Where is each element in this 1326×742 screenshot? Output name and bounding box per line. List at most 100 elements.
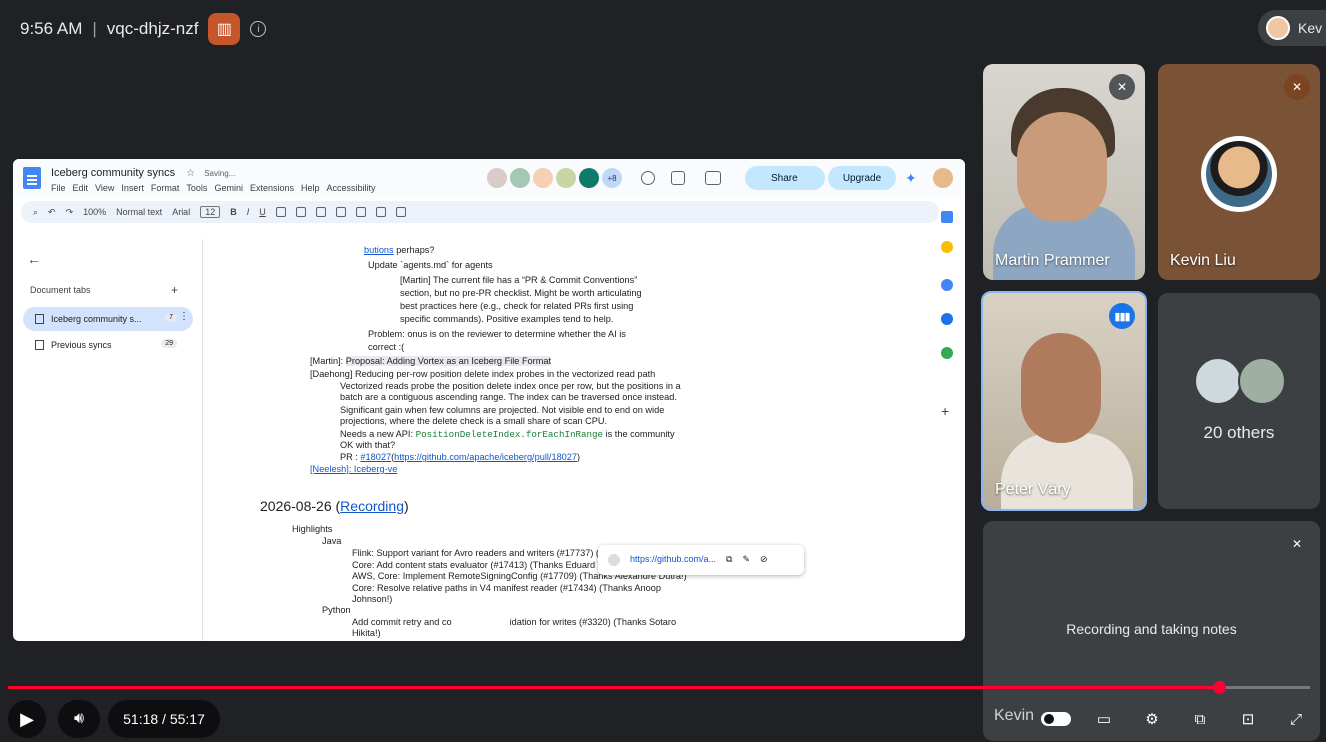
- miniplayer-icon[interactable]: ⧉: [1184, 704, 1216, 734]
- add-tab-icon[interactable]: +: [171, 283, 178, 297]
- bulleted-list-icon[interactable]: [355, 207, 366, 217]
- progress-scrubber[interactable]: [1213, 681, 1226, 694]
- volume-icon: 🔊︎: [73, 710, 85, 727]
- undo-icon[interactable]: ↶: [48, 207, 56, 218]
- fullscreen-icon[interactable]: ⤢: [1280, 704, 1312, 734]
- align-icon[interactable]: [335, 207, 346, 217]
- avatar[interactable]: [933, 168, 953, 188]
- captions-icon[interactable]: ▭: [1088, 704, 1120, 734]
- star-icon[interactable]: ☆: [186, 168, 195, 179]
- italic-icon[interactable]: I: [247, 207, 250, 217]
- participant-tile-kevin[interactable]: ✕ Kevin Liu: [1158, 64, 1320, 280]
- collaborator-avatars[interactable]: +8: [487, 168, 622, 188]
- bold-icon[interactable]: B: [230, 207, 237, 217]
- volume-button[interactable]: 🔊︎: [58, 700, 100, 738]
- code-text: PositionDeleteIndex.forEachInRange: [415, 429, 604, 440]
- github-link[interactable]: https://github.com/apache/iceberg/pull/1…: [394, 452, 577, 462]
- video-body: [1001, 433, 1133, 509]
- autoplay-toggle[interactable]: [1040, 704, 1072, 734]
- bullet-text: specific commands). Positive examples te…: [400, 314, 614, 324]
- gemini-sparkle-icon[interactable]: ✦: [905, 170, 917, 187]
- play-button[interactable]: ▶: [8, 700, 46, 738]
- image-icon[interactable]: [315, 207, 326, 217]
- cast-icon[interactable]: ⊡: [1232, 704, 1264, 734]
- numbered-list-icon[interactable]: [375, 207, 386, 217]
- docs-logo-icon[interactable]: [23, 167, 41, 189]
- date-heading: 2026-08-26 (: [260, 498, 341, 514]
- avatar: [533, 168, 553, 188]
- tab-iceberg-community[interactable]: Iceberg community s... 7 ⋮: [23, 307, 193, 331]
- edit-icon[interactable]: ✎: [742, 554, 750, 566]
- bullet-text: OK with that?: [340, 440, 396, 450]
- more-options-icon[interactable]: ⋮: [179, 311, 189, 322]
- tasks-icon[interactable]: [941, 279, 953, 291]
- others-tile[interactable]: 20 others: [1158, 293, 1320, 509]
- progress-played[interactable]: [8, 686, 1219, 689]
- bullet-text: section, but no pre-PR checklist. Might …: [400, 288, 642, 298]
- upgrade-button[interactable]: Upgrade: [828, 166, 896, 190]
- info-icon[interactable]: i: [250, 21, 267, 37]
- pr-link[interactable]: #18027: [360, 452, 391, 462]
- font-select[interactable]: Arial: [172, 207, 190, 217]
- history-icon[interactable]: [641, 171, 655, 185]
- smart-chip[interactable]: Proposal: Adding Vortex as an Iceberg Fi…: [345, 356, 552, 366]
- separator: |: [92, 19, 97, 38]
- comments-icon[interactable]: [671, 171, 685, 185]
- bullet-text: Highlights: [292, 524, 333, 534]
- add-addon-icon[interactable]: +: [941, 403, 949, 419]
- link-icon[interactable]: [275, 207, 286, 217]
- comment-icon[interactable]: [295, 207, 306, 217]
- participant-tile-martin[interactable]: ✕ Martin Prammer: [983, 64, 1145, 280]
- copy-icon[interactable]: ⧉: [726, 554, 732, 566]
- bullet-text: correct :(: [368, 342, 405, 352]
- back-arrow-icon[interactable]: ←: [27, 251, 41, 267]
- redo-icon[interactable]: ↷: [66, 207, 74, 218]
- style-select[interactable]: Normal text: [116, 207, 162, 217]
- menu-file[interactable]: File: [51, 183, 66, 193]
- mic-off-icon: ✕: [1109, 74, 1135, 100]
- room-icon[interactable]: ▥: [208, 13, 241, 45]
- bullet-text: best practices here (e.g., check for rel…: [400, 301, 634, 311]
- recording-link[interactable]: Recording: [340, 498, 404, 514]
- progress-remaining[interactable]: [1219, 686, 1310, 689]
- menu-edit[interactable]: Edit: [73, 183, 89, 193]
- avatar: [579, 168, 599, 188]
- participant-name: Péter Váry: [995, 481, 1071, 498]
- doc-title[interactable]: Iceberg community syncs: [51, 167, 175, 179]
- share-button[interactable]: Share: [745, 166, 825, 190]
- doc-page[interactable]: butions perhaps? Update `agents.md` for …: [218, 239, 918, 641]
- tab-label: Iceberg community s...: [51, 314, 142, 324]
- menu-format[interactable]: Format: [151, 183, 180, 193]
- maps-icon[interactable]: [941, 347, 953, 359]
- menu-tools[interactable]: Tools: [186, 183, 207, 193]
- video-call-icon[interactable]: [705, 171, 721, 185]
- bullet-text: Significant gain when few columns are pr…: [340, 405, 665, 415]
- menu-help[interactable]: Help: [301, 183, 320, 193]
- menu-extensions[interactable]: Extensions: [250, 183, 294, 193]
- date-heading-end: ): [404, 498, 409, 514]
- menu-view[interactable]: View: [95, 183, 114, 193]
- self-user-chip[interactable]: Kev: [1258, 10, 1326, 46]
- doc-text: Add commit retry and co: [352, 617, 452, 627]
- clear-format-icon[interactable]: [395, 207, 406, 217]
- search-icon[interactable]: ⌕: [33, 207, 38, 218]
- tab-previous-syncs[interactable]: Previous syncs 29: [23, 333, 193, 357]
- more-collaborators-count[interactable]: +8: [602, 168, 622, 188]
- settings-icon[interactable]: ⚙: [1136, 704, 1168, 734]
- menu-accessibility[interactable]: Accessibility: [327, 183, 376, 193]
- unlink-icon[interactable]: ⊘: [760, 554, 768, 566]
- calendar-icon[interactable]: [941, 211, 953, 223]
- keep-icon[interactable]: [941, 241, 953, 253]
- contacts-icon[interactable]: [941, 313, 953, 325]
- font-size-input[interactable]: 12: [200, 206, 221, 218]
- bullet-text: projections, where the delete check is a…: [340, 416, 608, 426]
- meeting-code: vqc-dhjz-nzf: [106, 19, 199, 38]
- underline-icon[interactable]: U: [259, 207, 266, 217]
- zoom-select[interactable]: 100%: [83, 207, 106, 217]
- bullet-text[interactable]: [Neelesh]: Iceberg-ve: [310, 464, 397, 476]
- link-text[interactable]: butions: [364, 245, 394, 255]
- participant-tile-peter[interactable]: ▮▮▮ Péter Váry: [981, 291, 1147, 511]
- menu-gemini[interactable]: Gemini: [214, 183, 243, 193]
- popup-url[interactable]: https://github.com/a...: [630, 554, 716, 566]
- menu-insert[interactable]: Insert: [121, 183, 144, 193]
